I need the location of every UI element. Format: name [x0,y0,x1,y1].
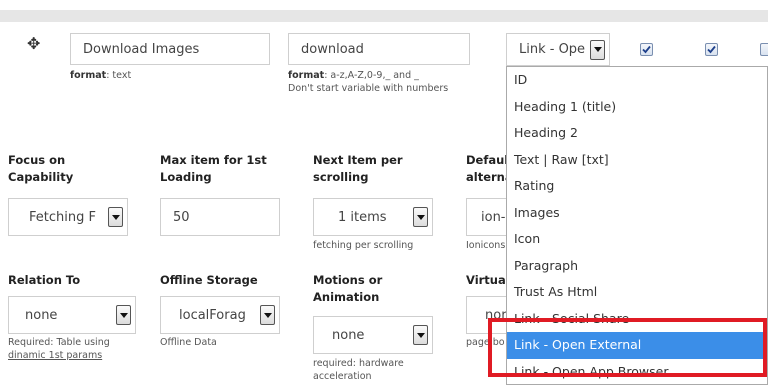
offline-storage-label: Offline Storage [160,273,258,287]
relation-value: none [25,307,58,323]
relation-hint-link[interactable]: dinamic 1st params [8,349,102,362]
chevron-down-icon[interactable] [590,39,605,60]
relation-hint: Required: Table using [8,337,110,348]
chevron-down-icon[interactable] [116,305,131,325]
variable-name-input[interactable]: download [288,33,470,65]
motion-hint-2: acceleration [313,371,372,382]
column-name-input[interactable]: Download Images [70,33,270,65]
dropdown-option-heading-2[interactable]: Heading 2 [507,120,767,147]
default-hint: Ionicons [466,240,506,251]
offline-storage-select[interactable]: localForag [160,296,280,334]
column-type-select[interactable]: Link - Ope [506,33,610,66]
checkbox-1[interactable] [640,43,653,56]
default-label: Defaulalterna [466,153,506,184]
dropdown-option-rating[interactable]: Rating [507,173,767,200]
checkbox-2[interactable] [705,43,718,56]
next-item-value: 1 items [338,209,387,225]
offline-storage-value: localForag [179,307,246,323]
offline-storage-hint: Offline Data [160,337,217,348]
motion-select[interactable]: none [313,316,433,354]
dropdown-option-icon[interactable]: Icon [507,226,767,253]
column-type-value: Link - Ope [519,42,586,57]
variable-name-value: download [301,41,364,57]
focus-label: Focus on Capability [8,153,74,184]
next-item-hint: fetching per scrolling [313,240,414,251]
max-item-value: 50 [173,209,190,225]
chevron-down-icon[interactable] [108,207,123,227]
dropdown-option-heading-1[interactable]: Heading 1 (title) [507,94,767,121]
focus-value: Fetching F [29,209,96,225]
check-icon [642,45,651,54]
relation-label: Relation To [8,273,81,287]
motion-value: none [332,327,365,343]
virtual-label: Virtual [466,273,506,287]
next-item-label: Next Item per scrolling [313,153,403,184]
move-handle-icon[interactable]: ✥ [27,36,40,52]
focus-select[interactable]: Fetching F [8,198,128,236]
dropdown-option-images[interactable]: Images [507,200,767,227]
column-name-value: Download Images [83,41,200,57]
column-name-hint: format: text [70,70,132,81]
chevron-down-icon[interactable] [413,325,428,345]
default-icon-input[interactable]: ion- [466,198,506,236]
max-item-input[interactable]: 50 [160,198,280,236]
motion-hint: required: hardware [313,358,404,369]
next-item-select[interactable]: 1 items [313,198,433,236]
dropdown-option-id[interactable]: ID [507,67,767,94]
relation-select[interactable]: none [8,296,136,334]
variable-name-hint: format: a-z,A-Z,0-9,_ and _ [288,70,419,81]
motion-label: Motions or Animation [313,273,383,304]
check-icon [707,45,716,54]
default-icon-value: ion- [481,209,506,225]
variable-name-hint-2: Don't start variable with numbers [288,83,449,94]
chevron-down-icon[interactable] [413,207,428,227]
checkbox-3[interactable] [760,43,768,56]
dropdown-option-trust-as-html[interactable]: Trust As Html [507,279,767,306]
dropdown-option-text-raw[interactable]: Text | Raw [txt] [507,147,767,174]
dropdown-option-paragraph[interactable]: Paragraph [507,253,767,280]
max-item-label: Max item for 1st Loading [160,153,267,184]
annotation-highlight-box [488,318,767,377]
chevron-down-icon[interactable] [260,305,275,325]
top-divider-bar [0,10,768,22]
